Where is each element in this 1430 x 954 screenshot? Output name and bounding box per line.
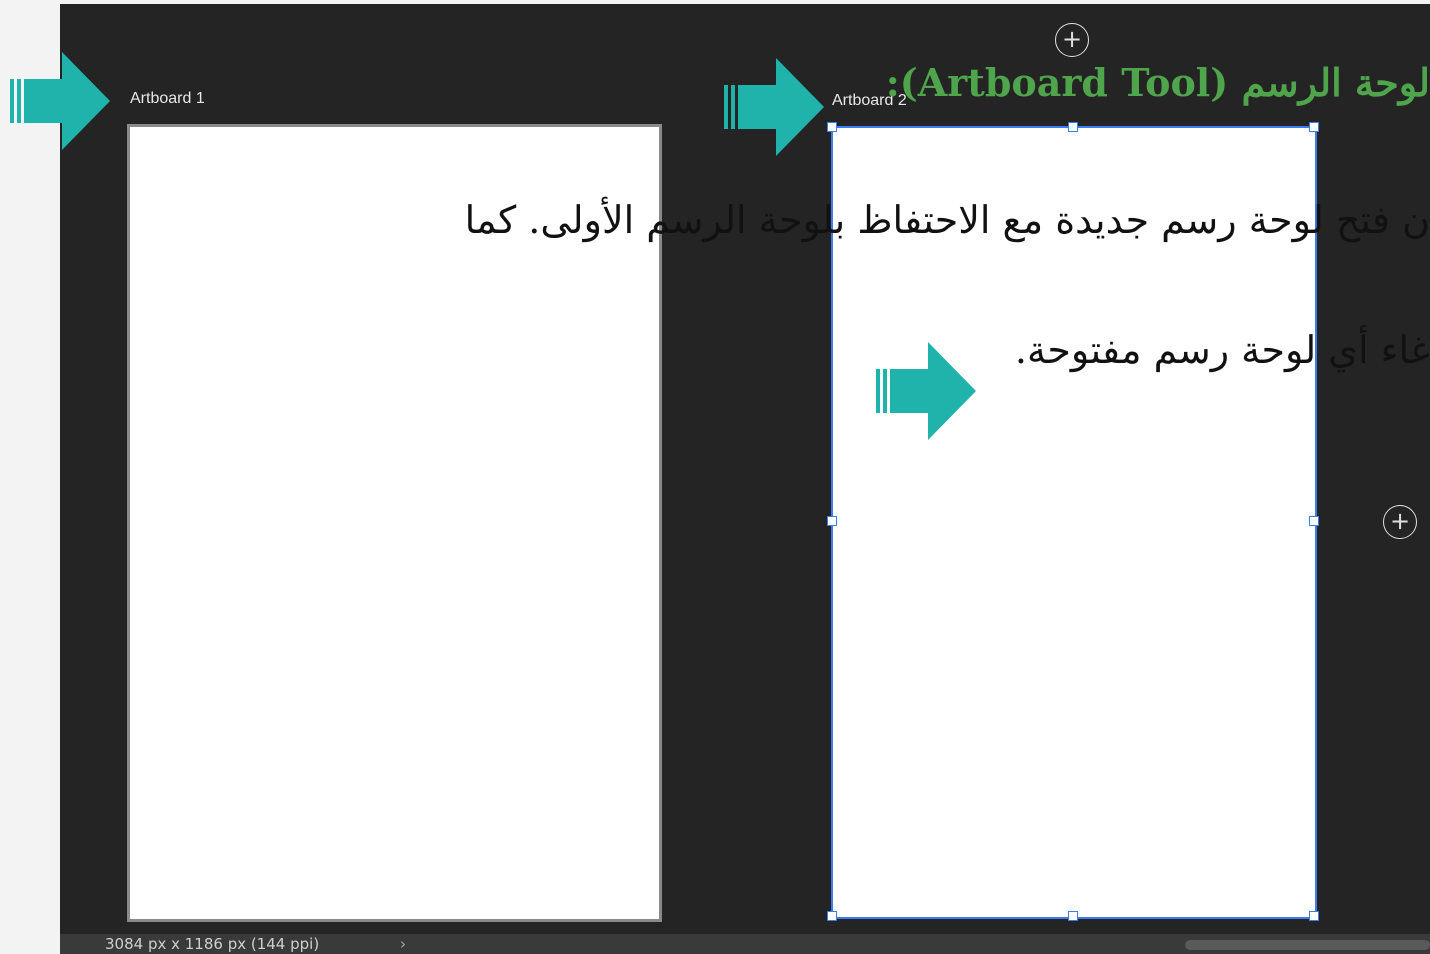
arrow-right-icon (876, 342, 976, 440)
resize-handle-top-left[interactable] (827, 122, 837, 132)
horizontal-scrollbar[interactable] (1185, 940, 1430, 950)
arrow-right-icon (10, 52, 110, 150)
artboard-1[interactable] (127, 124, 662, 922)
resize-handle-bottom-left[interactable] (827, 911, 837, 921)
add-artboard-top-icon[interactable]: + (1055, 23, 1089, 57)
chevron-right-icon[interactable]: › (400, 934, 406, 954)
resize-handle-top[interactable] (1068, 122, 1078, 132)
add-artboard-right-icon[interactable]: + (1383, 505, 1417, 539)
artboard-2-selected[interactable] (831, 126, 1317, 919)
overlay-text-line-1: ن فتح لوحة رسم جديدة مع الاحتفاظ بلوحة ا… (464, 198, 1430, 242)
resize-handle-left[interactable] (827, 516, 837, 526)
document-dimensions: 3084 px x 1186 px (144 ppi) (105, 935, 320, 953)
overlay-title: لوحة الرسم (Artboard Tool): (885, 60, 1430, 105)
status-bar: 3084 px x 1186 px (144 ppi) › (60, 934, 1430, 954)
resize-handle-right[interactable] (1309, 516, 1319, 526)
resize-handle-bottom[interactable] (1068, 911, 1078, 921)
overlay-text-line-2: غاء أي لوحة رسم مفتوحة. (1014, 328, 1430, 372)
resize-handle-top-right[interactable] (1309, 122, 1319, 132)
arrow-right-icon (724, 58, 824, 156)
artboard-1-label[interactable]: Artboard 1 (130, 90, 205, 108)
resize-handle-bottom-right[interactable] (1309, 911, 1319, 921)
